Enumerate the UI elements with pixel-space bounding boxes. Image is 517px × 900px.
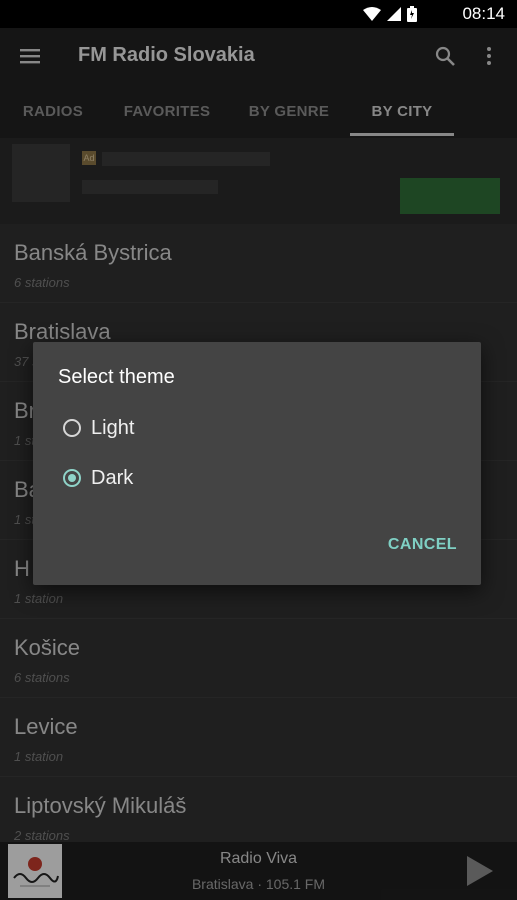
status-icons (363, 6, 417, 22)
status-time: 08:14 (462, 4, 505, 23)
theme-option-dark[interactable]: Dark (63, 458, 133, 498)
option-label: Dark (91, 466, 134, 489)
battery-icon (407, 6, 417, 22)
status-bar: 08:14 (0, 0, 517, 28)
select-theme-dialog: Select theme Light Dark CANCEL (33, 342, 481, 585)
option-label: Light (91, 416, 135, 439)
wifi-icon (363, 7, 381, 21)
radio-button[interactable] (63, 419, 81, 437)
radio-button-selected[interactable] (63, 469, 81, 487)
app-screen: 08:14 FM Radio Slovakia RADIOS FAVORITES… (0, 0, 517, 900)
signal-icon (387, 7, 401, 21)
cancel-button[interactable]: CANCEL (388, 536, 457, 554)
dialog-title: Select theme (58, 366, 175, 388)
theme-option-light[interactable]: Light (63, 408, 134, 448)
